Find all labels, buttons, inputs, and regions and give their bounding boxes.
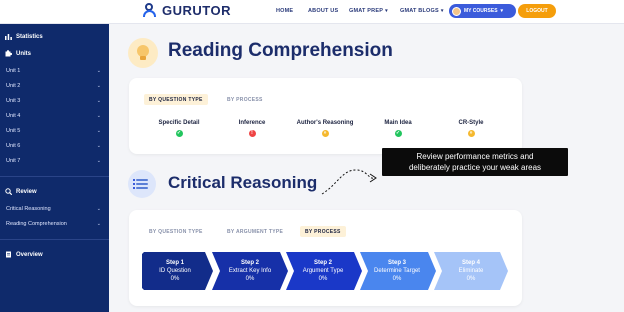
nav-gmat-blogs[interactable]: GMAT BLOGS ▾ bbox=[400, 8, 444, 14]
divider bbox=[0, 176, 109, 177]
search-icon bbox=[5, 188, 12, 195]
logout-button[interactable]: LOGOUT bbox=[518, 4, 556, 18]
chevron-down-icon: ⌄ bbox=[96, 206, 101, 212]
divider bbox=[0, 239, 109, 240]
chevron-down-icon: ⌄ bbox=[96, 158, 101, 164]
dashed-arrow bbox=[321, 169, 376, 195]
bar-chart-icon bbox=[5, 34, 12, 40]
nav-gmat-prep[interactable]: GMAT PREP ▾ bbox=[349, 8, 388, 14]
chevron-down-icon: ▾ bbox=[385, 8, 388, 14]
metric-cr-style[interactable]: CR-Style » bbox=[436, 120, 506, 137]
chevron-down-icon: ⌄ bbox=[96, 143, 101, 149]
check-icon: ✓ bbox=[394, 130, 402, 137]
sidebar-item-units[interactable]: Units bbox=[5, 50, 31, 57]
chevron-down-icon: ⌄ bbox=[96, 83, 101, 89]
tab-by-process[interactable]: BY PROCESS bbox=[300, 226, 346, 237]
checklist-icon bbox=[128, 170, 156, 198]
puzzle-icon bbox=[5, 50, 12, 57]
sidebar-item-unit-1[interactable]: Unit 1 ⌄ bbox=[6, 68, 101, 74]
avatar bbox=[452, 6, 461, 16]
chevron-down-icon: ▾ bbox=[440, 8, 444, 14]
nav-about-us[interactable]: ABOUT US bbox=[308, 8, 338, 14]
logo-text: GURUTOR bbox=[162, 3, 231, 18]
sidebar-item-unit-5[interactable]: Unit 5 ⌄ bbox=[6, 128, 101, 134]
critical-process-card: BY QUESTION TYPE BY ARGUMENT TYPE BY PRO… bbox=[129, 210, 522, 306]
chevron-down-icon: ⌄ bbox=[96, 68, 101, 74]
arrow-head-icon bbox=[369, 173, 377, 183]
sidebar-item-unit-4[interactable]: Unit 4 ⌄ bbox=[6, 113, 101, 119]
logo[interactable]: GURUTOR bbox=[143, 3, 231, 18]
double-chevron-icon: » bbox=[467, 130, 475, 137]
chevron-down-icon: ⌄ bbox=[96, 113, 101, 119]
sidebar-item-unit-6[interactable]: Unit 6 ⌄ bbox=[6, 143, 101, 149]
chevron-down-icon: ⌄ bbox=[96, 128, 101, 134]
chevron-down-icon: ▾ bbox=[500, 8, 504, 14]
sidebar-item-statistics[interactable]: Statistics bbox=[5, 33, 43, 40]
tab-by-process[interactable]: BY PROCESS bbox=[222, 94, 268, 105]
check-icon: ✓ bbox=[175, 130, 183, 137]
tab-by-argument-type[interactable]: BY ARGUMENT TYPE bbox=[222, 226, 288, 237]
step-item[interactable]: Step 2 Extract Key Info 0% bbox=[215, 259, 285, 283]
step-item[interactable]: Step 2 Argument Type 0% bbox=[288, 259, 358, 283]
chevron-down-icon: ⌄ bbox=[96, 221, 101, 227]
tab-by-question-type[interactable]: BY QUESTION TYPE bbox=[144, 226, 208, 237]
step-item[interactable]: Step 3 Determine Target 0% bbox=[362, 259, 432, 283]
reading-metrics-card: BY QUESTION TYPE BY PROCESS Specific Det… bbox=[129, 78, 522, 154]
sidebar-item-unit-7[interactable]: Unit 7 ⌄ bbox=[6, 158, 101, 164]
metric-inference[interactable]: Inference ! bbox=[217, 120, 287, 137]
lightbulb-icon bbox=[128, 38, 158, 68]
sidebar-item-review[interactable]: Review bbox=[5, 188, 37, 195]
double-chevron-icon: » bbox=[321, 130, 329, 137]
section-title: Critical Reasoning bbox=[168, 173, 318, 192]
logo-icon bbox=[143, 3, 158, 18]
tooltip: Review performance metrics and deliberat… bbox=[382, 148, 568, 176]
sidebar-item-unit-3[interactable]: Unit 3 ⌄ bbox=[6, 98, 101, 104]
nav-home[interactable]: HOME bbox=[276, 8, 293, 14]
sidebar-item-critical-reasoning[interactable]: Critical Reasoning ⌄ bbox=[6, 206, 101, 212]
metric-main-idea[interactable]: Main Idea ✓ bbox=[363, 120, 433, 137]
top-nav: GURUTOR HOME ABOUT US GMAT PREP ▾ GMAT BL… bbox=[0, 0, 624, 24]
sidebar-item-unit-2[interactable]: Unit 2 ⌄ bbox=[6, 83, 101, 89]
chevron-down-icon: ⌄ bbox=[96, 98, 101, 104]
document-icon bbox=[6, 251, 11, 258]
page-title: Reading Comprehension bbox=[168, 40, 393, 61]
tab-by-question-type[interactable]: BY QUESTION TYPE bbox=[144, 94, 208, 105]
step-item[interactable]: Step 1 ID Question 0% bbox=[140, 259, 210, 283]
alert-icon: ! bbox=[248, 130, 256, 137]
metric-authors-reasoning[interactable]: Author's Reasoning » bbox=[290, 120, 360, 137]
sidebar-item-reading-comprehension[interactable]: Reading Comprehension ⌄ bbox=[6, 221, 101, 227]
metric-specific-detail[interactable]: Specific Detail ✓ bbox=[144, 120, 214, 137]
my-courses-button[interactable]: MY COURSES ▾ bbox=[449, 4, 516, 18]
sidebar: Statistics Units Unit 1 ⌄ Unit 2 ⌄ Unit 3 ⌄… bbox=[0, 24, 109, 312]
sidebar-item-overview[interactable]: Overview bbox=[5, 251, 43, 258]
step-item[interactable]: Step 4 Eliminate 0% bbox=[436, 259, 506, 283]
